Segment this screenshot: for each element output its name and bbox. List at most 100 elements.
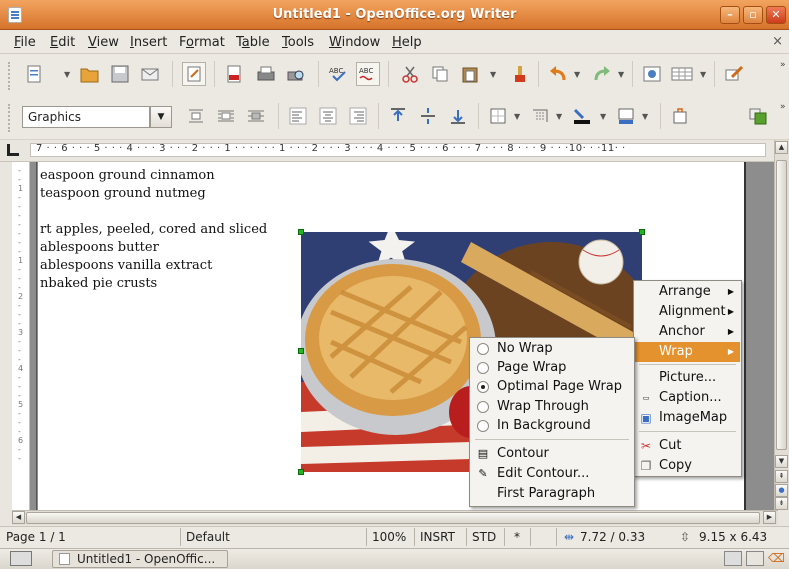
open-icon[interactable] <box>78 62 102 86</box>
doc-text-line[interactable]: ablespoons vanilla extract <box>40 258 212 273</box>
wrap-option-optimal-page-wrap[interactable]: Optimal Page Wrap <box>471 377 633 397</box>
page-indicator[interactable]: Page 1 / 1 <box>6 530 66 544</box>
style-dropdown-button[interactable]: ▼ <box>150 106 172 128</box>
background-color-dropdown-icon[interactable]: ▼ <box>642 113 650 121</box>
wrap-option-in-background[interactable]: In Background <box>471 416 633 436</box>
menu-view[interactable]: View <box>88 35 119 50</box>
menu-item-alignment[interactable]: Alignment ▶ <box>635 302 740 322</box>
selection-handle[interactable] <box>298 469 304 475</box>
taskbar-window-button[interactable]: Untitled1 - OpenOffic... <box>52 550 228 568</box>
wrap-option-contour[interactable]: ▤ Contour <box>471 444 633 464</box>
toolbar-grip[interactable] <box>8 104 12 132</box>
scroll-right-button[interactable]: ▶ <box>763 511 776 524</box>
print-preview-icon[interactable] <box>284 62 308 86</box>
maximize-button[interactable]: ▫ <box>743 6 763 24</box>
bring-to-front-icon[interactable] <box>746 104 770 128</box>
close-button[interactable]: ✕ <box>766 6 786 24</box>
table-icon[interactable] <box>670 62 694 86</box>
toolbar-overflow-icon[interactable]: » <box>780 60 786 70</box>
wrap-option-page-wrap[interactable]: Page Wrap <box>471 358 633 378</box>
wrap-option-wrap-through[interactable]: Wrap Through <box>471 397 633 417</box>
frame-properties-icon[interactable] <box>668 104 692 128</box>
navigation-button[interactable]: ● <box>775 484 788 497</box>
wrap-through-icon[interactable] <box>244 104 268 128</box>
border-color-dropdown-icon[interactable]: ▼ <box>600 113 608 121</box>
wrap-option-no-wrap[interactable]: No Wrap <box>471 339 633 359</box>
wrap-off-icon[interactable] <box>184 104 208 128</box>
copy-icon[interactable] <box>428 62 452 86</box>
workspace-switcher-1[interactable] <box>724 551 742 566</box>
document-close-button[interactable]: × <box>772 34 783 49</box>
cut-icon[interactable] <box>398 62 422 86</box>
borders-icon[interactable] <box>486 104 510 128</box>
horizontal-scroll-thumb[interactable] <box>26 512 760 524</box>
save-icon[interactable] <box>108 62 132 86</box>
menu-item-caption[interactable]: ▭ Caption... <box>635 388 740 408</box>
redo-icon[interactable] <box>590 62 614 86</box>
show-desktop-icon[interactable] <box>10 551 32 566</box>
undo-icon[interactable] <box>546 62 570 86</box>
paragraph-style-box[interactable]: Graphics <box>22 106 150 128</box>
line-style-icon[interactable] <box>528 104 552 128</box>
workspace-switcher-2[interactable] <box>746 551 764 566</box>
scroll-left-button[interactable]: ◀ <box>12 511 25 524</box>
align-top-icon[interactable] <box>386 104 410 128</box>
zoom-indicator[interactable]: 100% <box>372 530 406 544</box>
menu-window[interactable]: Window <box>329 35 380 50</box>
wrap-option-edit-contour[interactable]: ✎ Edit Contour... <box>471 464 633 484</box>
menu-item-imagemap[interactable]: ▣ ImageMap <box>635 408 740 428</box>
menu-tools[interactable]: Tools <box>282 35 314 50</box>
trash-icon[interactable]: ⌫ <box>768 551 786 566</box>
undo-dropdown-icon[interactable]: ▼ <box>574 71 582 79</box>
print-icon[interactable] <box>254 62 278 86</box>
doc-text-line[interactable]: ablespoons butter <box>40 240 159 255</box>
toolbar-overflow-icon[interactable]: » <box>780 102 786 112</box>
wrap-option-first-paragraph[interactable]: First Paragraph <box>471 484 633 504</box>
minimize-button[interactable]: – <box>720 6 740 24</box>
navigator-icon[interactable] <box>640 62 664 86</box>
insert-mode-indicator[interactable]: INSRT <box>420 530 455 544</box>
menu-item-anchor[interactable]: Anchor ▶ <box>635 322 740 342</box>
menu-item-wrap[interactable]: Wrap ▶ <box>635 342 740 362</box>
toolbar-grip[interactable] <box>8 62 12 90</box>
selection-handle[interactable] <box>298 348 304 354</box>
edit-file-icon[interactable] <box>182 62 206 86</box>
format-paintbrush-icon[interactable] <box>508 62 532 86</box>
selection-handle[interactable] <box>298 229 304 235</box>
vertical-scroll-thumb[interactable] <box>776 160 787 450</box>
line-style-dropdown-icon[interactable]: ▼ <box>556 113 564 121</box>
doc-text-line[interactable]: easpoon ground cinnamon <box>40 168 215 183</box>
align-middle-icon[interactable] <box>416 104 440 128</box>
scroll-up-button[interactable]: ▲ <box>775 141 788 154</box>
menu-item-picture[interactable]: Picture... <box>635 368 740 388</box>
page-style-indicator[interactable]: Default <box>186 530 230 544</box>
new-dropdown-icon[interactable]: ▼ <box>64 71 72 79</box>
page-wrap-icon[interactable] <box>214 104 238 128</box>
menu-item-cut[interactable]: ✂ Cut <box>635 436 740 456</box>
align-bottom-icon[interactable] <box>446 104 470 128</box>
align-right-icon[interactable] <box>346 104 370 128</box>
selection-mode-indicator[interactable]: STD <box>472 530 496 544</box>
doc-text-line[interactable]: rt apples, peeled, cored and sliced <box>40 222 267 237</box>
table-dropdown-icon[interactable]: ▼ <box>700 71 708 79</box>
new-icon[interactable] <box>22 62 46 86</box>
align-center-icon[interactable] <box>316 104 340 128</box>
align-left-icon[interactable] <box>286 104 310 128</box>
menu-help[interactable]: Help <box>392 35 422 50</box>
redo-dropdown-icon[interactable]: ▼ <box>618 71 626 79</box>
selection-handle[interactable] <box>639 229 645 235</box>
next-page-button[interactable]: ⇟ <box>775 497 788 510</box>
menu-table[interactable]: Table <box>236 35 270 50</box>
menu-file[interactable]: File <box>14 35 36 50</box>
background-color-icon[interactable] <box>614 104 638 128</box>
email-icon[interactable] <box>138 62 162 86</box>
doc-text-line[interactable]: teaspoon ground nutmeg <box>40 186 206 201</box>
paste-icon[interactable] <box>458 62 482 86</box>
menu-item-arrange[interactable]: Arrange ▶ <box>635 282 740 302</box>
menu-edit[interactable]: Edit <box>50 35 75 50</box>
menu-format[interactable]: Format <box>179 35 225 50</box>
show-draw-functions-icon[interactable] <box>722 62 746 86</box>
export-pdf-icon[interactable] <box>222 62 246 86</box>
doc-text-line[interactable]: nbaked pie crusts <box>40 276 157 291</box>
spellcheck-icon[interactable]: ABC <box>326 62 350 86</box>
